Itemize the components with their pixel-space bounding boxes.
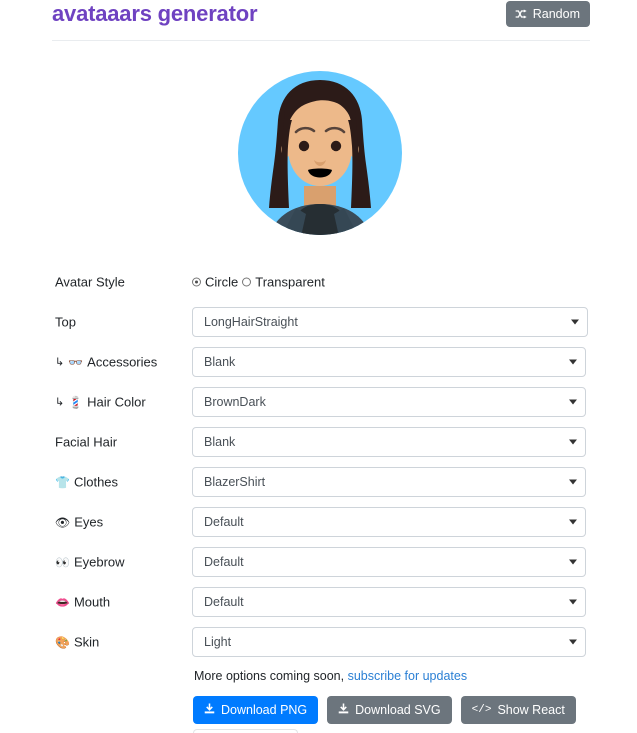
select-top[interactable]: LongHairStraight	[192, 307, 588, 337]
label-top: Top	[55, 314, 76, 330]
form-row-top: Top LongHairStraight	[0, 302, 637, 342]
select-eyes-value: Default	[204, 515, 244, 529]
radio-transparent-indicator[interactable]	[242, 277, 252, 287]
code-icon: </>	[471, 703, 492, 716]
download-svg-label: Download SVG	[355, 703, 441, 717]
select-eyebrow[interactable]: Default	[192, 547, 586, 577]
label-clothes: 👕 Clothes	[55, 474, 119, 490]
download-icon	[338, 703, 349, 717]
chevron-down-icon	[569, 559, 577, 565]
label-hair-color: ↳ 💈 Hair Color	[55, 394, 146, 410]
select-mouth[interactable]: Default	[192, 587, 586, 617]
page-header: avataaars generator Random	[0, 0, 637, 38]
shuffle-icon	[515, 9, 528, 20]
label-eyes: 👁 Eyes	[55, 514, 104, 530]
radio-transparent[interactable]: Transparent	[242, 275, 325, 290]
radio-circle-label: Circle	[205, 274, 239, 290]
form-row-eyebrow: 👀 Eyebrow Default	[0, 542, 637, 582]
select-hair-color-value: BrownDark	[204, 395, 266, 409]
chevron-down-icon	[569, 519, 577, 525]
cutoff-panel	[193, 729, 298, 733]
tshirt-icon: 👕	[55, 475, 70, 489]
download-svg-button[interactable]: Download SVG	[327, 696, 452, 724]
nest-marker-icon: ↳	[55, 396, 65, 409]
label-skin: 🎨 Skin	[55, 634, 100, 650]
random-button-label: Random	[532, 7, 580, 21]
download-png-label: Download PNG	[221, 703, 308, 717]
show-react-button[interactable]: </> Show React	[460, 696, 576, 724]
note-text: More options coming soon,	[194, 669, 345, 683]
form-row-clothes: 👕 Clothes BlazerShirt	[0, 462, 637, 502]
chevron-down-icon	[569, 439, 577, 445]
select-skin-value: Light	[204, 635, 232, 649]
chevron-down-icon	[569, 639, 577, 645]
select-skin[interactable]: Light	[192, 627, 586, 657]
select-eyes[interactable]: Default	[192, 507, 586, 537]
select-clothes-value: BlazerShirt	[204, 475, 266, 489]
chevron-down-icon	[569, 599, 577, 605]
avatar-preview	[238, 58, 402, 248]
select-accessories[interactable]: Blank	[192, 347, 586, 377]
subscribe-link[interactable]: subscribe for updates	[348, 669, 468, 683]
form-row-hair-color: ↳ 💈 Hair Color BrownDark	[0, 382, 637, 422]
header-divider	[52, 40, 590, 41]
select-facial-hair[interactable]: Blank	[192, 427, 586, 457]
download-png-button[interactable]: Download PNG	[193, 696, 319, 724]
chevron-down-icon	[569, 479, 577, 485]
avataaars-generator-page: avataaars generator Random Avatar Style …	[0, 0, 637, 733]
eye-icon: 👁	[55, 515, 71, 529]
form-row-mouth: 👄 Mouth Default	[0, 582, 637, 622]
avatar-style-radio-group: Circle Transparent	[192, 275, 325, 290]
mouth-icon: 👄	[55, 595, 70, 609]
radio-circle-indicator[interactable]	[192, 277, 201, 287]
form-row-eyes: 👁 Eyes Default	[0, 502, 637, 542]
form-row-skin: 🎨 Skin Light	[0, 622, 637, 662]
label-eyebrow: 👀 Eyebrow	[55, 554, 125, 570]
select-mouth-value: Default	[204, 595, 244, 609]
label-accessories: ↳ 👓 Accessories	[55, 354, 158, 370]
nest-marker-icon: ↳	[55, 356, 65, 369]
select-accessories-value: Blank	[204, 355, 236, 369]
select-clothes[interactable]: BlazerShirt	[192, 467, 586, 497]
glasses-icon: 👓	[68, 355, 84, 369]
select-facial-hair-value: Blank	[204, 435, 236, 449]
palette-icon: 🎨	[55, 635, 70, 649]
download-icon	[204, 703, 215, 717]
chevron-down-icon	[569, 399, 577, 405]
chevron-down-icon	[569, 359, 577, 365]
more-options-note: More options coming soon, subscribe for …	[194, 669, 467, 683]
show-react-label: Show React	[497, 703, 565, 717]
barber-pole-icon: 💈	[68, 395, 84, 409]
select-hair-color[interactable]: BrownDark	[192, 387, 586, 417]
page-title: avataaars generator	[52, 1, 258, 26]
form-row-avatar-style: Avatar Style Circle Transparent	[0, 262, 637, 302]
chevron-down-icon	[571, 319, 579, 325]
label-mouth: 👄 Mouth	[55, 594, 111, 610]
action-buttons: Download PNG Download SVG </> Show React	[193, 696, 576, 724]
form-row-accessories: ↳ 👓 Accessories Blank	[0, 342, 637, 382]
label-avatar-style: Avatar Style	[55, 274, 125, 290]
select-top-value: LongHairStraight	[204, 315, 298, 329]
form-row-facial-hair: Facial Hair Blank	[0, 422, 637, 462]
eyes-icon: 👀	[55, 555, 70, 569]
radio-transparent-label: Transparent	[255, 274, 325, 290]
radio-circle[interactable]: Circle	[192, 275, 238, 290]
random-button[interactable]: Random	[505, 1, 590, 27]
label-facial-hair: Facial Hair	[55, 434, 118, 450]
options-form: Avatar Style Circle Transparent Top Long…	[0, 262, 637, 662]
select-eyebrow-value: Default	[204, 555, 244, 569]
